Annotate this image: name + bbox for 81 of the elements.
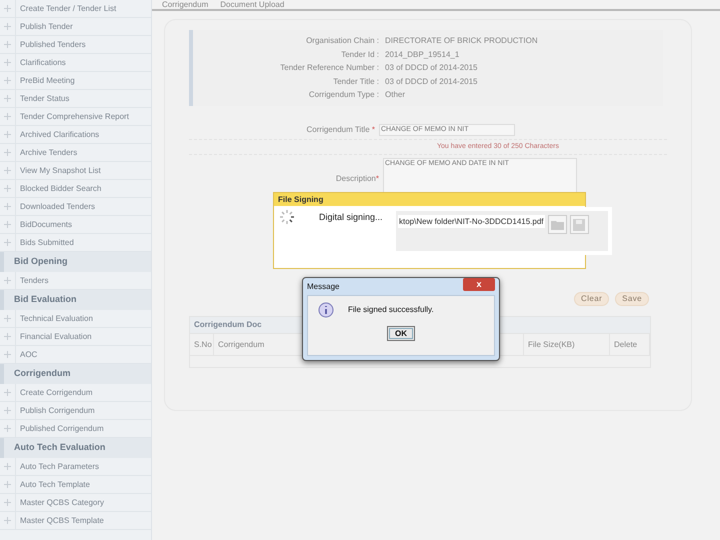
plus-icon: [4, 113, 11, 120]
plus-icon: [4, 5, 11, 12]
dialog-title-bar: File Signing: [274, 193, 585, 206]
sidebar-item[interactable]: Create Tender / Tender List: [0, 0, 151, 18]
field-label: Description*: [334, 173, 380, 185]
save-file-button[interactable]: [570, 215, 589, 234]
folder-icon: [550, 219, 564, 230]
sidebar-item[interactable]: Downloaded Tenders: [0, 198, 151, 216]
plus-icon: [4, 239, 11, 246]
plus-icon: [4, 277, 11, 284]
plus-icon: [4, 41, 11, 48]
sidebar-item[interactable]: Technical Evaluation: [0, 310, 151, 328]
plus-icon: [4, 425, 11, 432]
plus-icon: [4, 333, 11, 340]
dialog-title: Message: [307, 280, 340, 292]
info-label: Tender Reference Number :: [279, 62, 379, 74]
info-label: Tender Title :: [332, 76, 379, 88]
plus-icon: [4, 95, 11, 102]
plus-icon: [4, 203, 11, 210]
form-button[interactable]: Clear: [574, 292, 610, 306]
plus-icon: [4, 221, 11, 228]
sidebar-item[interactable]: Archive Tenders: [0, 144, 151, 162]
info-value: Other: [385, 89, 406, 101]
plus-icon: [4, 351, 11, 358]
info-label: Organisation Chain :: [305, 35, 379, 47]
plus-icon: [4, 23, 11, 30]
sidebar-item[interactable]: View My Snapshot List: [0, 162, 151, 180]
sidebar-item[interactable]: Tender Status: [0, 90, 151, 108]
sidebar-section-heading: Corrigendum: [0, 364, 151, 384]
plus-icon: [4, 481, 11, 488]
info-value: 03 of DDCD of 2014-2015: [385, 62, 478, 74]
column-header: Delete: [610, 334, 650, 355]
folder-button[interactable]: [548, 215, 567, 234]
info-value: 03 of DDCD of 2014-2015: [385, 76, 478, 88]
plus-icon: [4, 407, 11, 414]
plus-icon: [4, 185, 11, 192]
signing-status: Digital signing...: [319, 211, 383, 224]
column-header: File Size(KB): [524, 334, 610, 355]
close-button[interactable]: x: [463, 278, 495, 291]
sidebar-item[interactable]: Master QCBS Category: [0, 494, 151, 512]
plus-icon: [4, 389, 11, 396]
sidebar-item[interactable]: BidDocuments: [0, 216, 151, 234]
sidebar-item[interactable]: Financial Evaluation: [0, 328, 151, 346]
sidebar-item[interactable]: Publish Corrigendum: [0, 402, 151, 420]
form-button[interactable]: Save: [615, 292, 649, 306]
info-label: Corrigendum Type :: [308, 89, 379, 101]
plus-icon: [4, 59, 11, 66]
column-header: S.No: [190, 334, 214, 355]
sidebar-item[interactable]: Auto Tech Parameters: [0, 458, 151, 476]
plus-icon: [4, 131, 11, 138]
info-label: Tender Id :: [340, 48, 379, 60]
plus-icon: [4, 517, 11, 524]
sidebar-item[interactable]: Publish Tender: [0, 18, 151, 36]
field-label: Corrigendum Title *: [306, 124, 376, 136]
info-icon: [318, 302, 334, 318]
sidebar-item[interactable]: Blocked Bidder Search: [0, 180, 151, 198]
plus-icon: [4, 149, 11, 156]
sidebar-item[interactable]: Create Corrigendum: [0, 384, 151, 402]
sidebar-section-heading: Bid Opening: [0, 252, 151, 272]
file-path-field[interactable]: ktop\New folder\NIT-No-3DDCD1415.pdf: [398, 215, 545, 228]
sidebar-item[interactable]: Master QCBS Template: [0, 512, 151, 530]
breadcrumb-item[interactable]: Corrigendum: [162, 0, 208, 10]
ok-button[interactable]: OK: [387, 326, 415, 341]
sidebar-section-heading: Auto Tech Evaluation: [0, 438, 151, 458]
sidebar-item[interactable]: Tender Comprehensive Report: [0, 108, 151, 126]
sidebar-item[interactable]: Archived Clarifications: [0, 126, 151, 144]
plus-icon: [4, 499, 11, 506]
sidebar-item[interactable]: Clarifications: [0, 54, 151, 72]
loading-spinner-icon: [279, 209, 295, 225]
sidebar-item[interactable]: Published Tenders: [0, 36, 151, 54]
info-value: DIRECTORATE OF BRICK PRODUCTION: [385, 35, 539, 47]
sidebar-item[interactable]: Auto Tech Template: [0, 476, 151, 494]
info-value: 2014_DBP_19514_1: [385, 48, 460, 61]
message-text: File signed successfully.: [348, 304, 434, 316]
plus-icon: [4, 315, 11, 322]
plus-icon: [4, 77, 11, 84]
sidebar-section-heading: Bid Evaluation: [0, 290, 151, 310]
breadcrumb-item[interactable]: Document Upload: [220, 0, 284, 10]
plus-icon: [4, 463, 11, 470]
plus-icon: [4, 167, 11, 174]
sidebar-item[interactable]: PreBid Meeting: [0, 72, 151, 90]
